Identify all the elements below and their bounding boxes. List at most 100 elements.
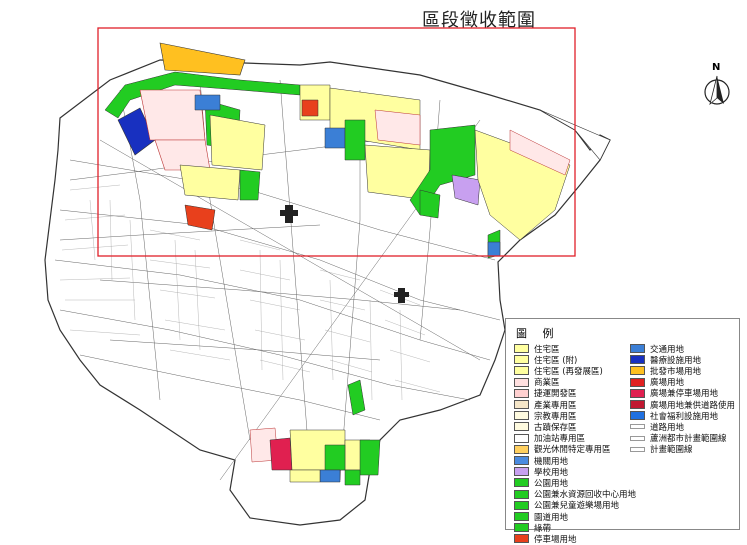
legend-item: 廣場兼停車場用地 [630,388,718,399]
legend-item-label: 蘆洲都市計畫範圍線 [650,434,727,445]
zone-swatch-icon [514,478,529,488]
north-label: N [712,62,721,73]
legend-item: 綠帶 [514,522,552,534]
cross-marker-2h [394,292,409,297]
legend-item: 停車場用地 [514,533,577,545]
legend-item: 道路用地 [630,421,685,433]
legend-item: 觀光休閒特定專用區 [514,444,611,455]
legend-item: 宗教專用區 [514,410,577,422]
legend-item-label: 廣場兼停車場用地 [650,389,719,400]
line-swatch-icon [630,446,645,452]
park-ne-1 [344,119,366,161]
zone-swatch-icon [514,467,529,477]
park-south-2 [359,439,381,476]
legend-item-label: 綠帶 [534,523,552,534]
legend-item-label: 廣場用地 [650,378,685,389]
zone-swatch-icon [514,377,529,387]
legend-item: 公園用地 [514,477,569,489]
legend-item-label: 廣場用地兼供道路使用 [650,400,736,411]
legend-item-label: 產業專用區 [534,400,577,411]
zone-swatch-icon [514,344,529,353]
legend-item-label: 住宅區 (附) [534,355,578,366]
zone-swatch-icon [630,411,645,421]
legend-item-label: 古蹟保存區 [534,422,577,433]
legend-item: 園道用地 [514,511,569,523]
legend-item: 廣場用地兼供道路使用 [630,399,736,411]
zone-swatch-icon [514,400,529,409]
zone-swatch-icon [630,377,645,387]
legend-item-label: 機關用地 [534,456,569,467]
zone-swatch-icon [514,489,529,499]
legend-item-label: 商業區 [534,378,560,389]
zone-swatch-icon [514,422,529,432]
residential-south-3 [289,469,321,483]
cross-marker-1h [280,210,298,216]
legend-item: 公園兼兒童遊樂場用地 [514,500,619,511]
transport-east [487,241,501,257]
legend-item-label: 道路用地 [650,422,685,433]
zone-swatch-icon [630,400,645,409]
zone-swatch-icon [514,388,529,398]
legend-item: 交通用地 [630,343,685,355]
legend-item-label: 批發市場用地 [650,366,702,377]
zone-swatch-icon [630,355,645,365]
legend-item: 住宅區 (附) [514,354,578,366]
legend-item-label: 交通用地 [650,344,685,355]
park-east-small [419,189,441,219]
legend-item: 產業專用區 [514,399,577,411]
legend-item: 學校用地 [514,466,569,478]
legend-item: 機關用地 [514,455,569,467]
zone-swatch-icon [514,512,529,521]
zone-swatch-icon [514,444,529,454]
zone-swatch-icon [630,366,645,376]
legend-item-label: 觀光休閒特定專用區 [534,445,611,456]
legend-item-label: 學校用地 [534,467,569,478]
legend-item-label: 宗教專用區 [534,411,577,422]
legend-item-label: 公園用地 [534,478,569,489]
line-swatch-icon [630,424,645,430]
park-south-3 [344,469,361,486]
zone-swatch-icon [514,366,529,376]
legend-item: 醫療設施用地 [630,354,702,366]
legend-item: 住宅區 (再發展區) [514,365,603,377]
residential-north-1 [209,114,266,171]
legend-item: 社會福利設施用地 [630,410,719,422]
zone-swatch-icon [514,433,529,443]
legend-item: 商業區 [514,377,560,388]
legend-item: 住宅區 [514,343,560,355]
park-south-1 [324,444,346,471]
legend-item: 古蹟保存區 [514,421,577,433]
transport-south [319,469,341,483]
legend-item-label: 園道用地 [534,512,569,523]
legend-item-label: 社會福利設施用地 [650,411,719,422]
legend-item-label: 住宅區 (再發展區) [534,366,603,377]
park-north-2 [239,169,261,201]
zone-swatch-icon [630,388,645,398]
batch-market-zone [159,42,246,76]
legend-item-label: 捷運開發區 [534,389,577,400]
legend-item: 計畫範圍線 [630,444,693,455]
parking-ne [301,99,319,117]
legend-item-label: 公園兼水資源回收中心用地 [534,490,637,501]
legend-item-label: 計畫範圍線 [650,445,693,456]
legend-item-label: 公園兼兒童遊樂場用地 [534,501,620,512]
zone-swatch-icon [514,534,529,544]
legend-item: 捷運開發區 [514,388,577,399]
legend-item: 廣場用地 [630,377,684,388]
transport-ne [324,127,346,149]
map-legend: 圖 例 住宅區 住宅區 (附) 住宅區 (再發展區) 商業區 捷運開發區 產業專用區 宗教專… [505,318,740,545]
legend-item: 公園兼水資源回收中心用地 [514,489,636,500]
legend-item: 加油站專用區 [514,433,585,444]
transport-north-1 [194,94,221,111]
plaza-south [269,437,293,471]
zone-swatch-icon [514,523,529,533]
line-swatch-icon [630,435,645,441]
zone-swatch-icon [514,355,529,365]
legend-item-label: 醫療設施用地 [650,355,702,366]
legend-item-label: 住宅區 [534,344,560,355]
commercial-ne [374,109,421,146]
zone-swatch-icon [514,500,529,510]
residential-north-2 [179,164,241,201]
legend-title: 圖 例 [516,327,560,340]
legend-item-label: 加油站專用區 [534,434,586,445]
